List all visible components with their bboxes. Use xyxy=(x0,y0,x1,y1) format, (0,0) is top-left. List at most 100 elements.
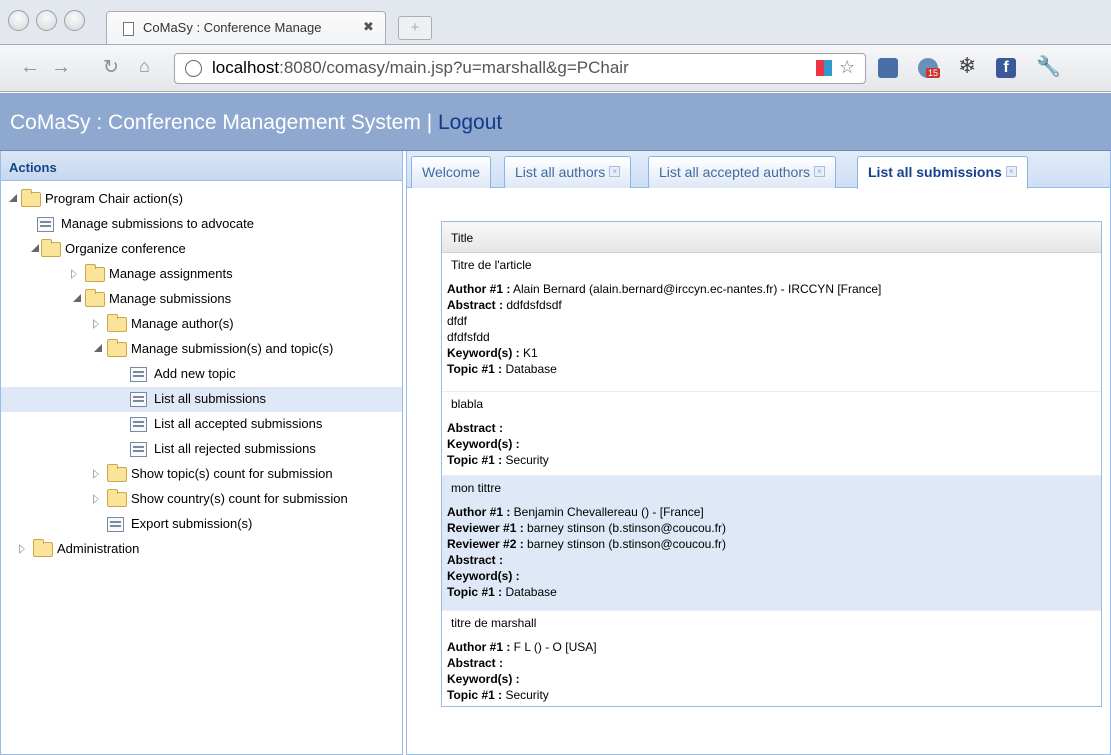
tree-node-label: List all accepted submissions xyxy=(154,416,323,431)
tree-node-list-all-submissions[interactable]: List all submissions xyxy=(1,387,402,412)
tree-node-export-submissions[interactable]: Export submission(s) xyxy=(1,512,402,537)
tree-node-label: Program Chair action(s) xyxy=(45,191,183,206)
tree-node-label: Manage assignments xyxy=(109,266,233,281)
tree-node-label: List all submissions xyxy=(154,391,266,406)
new-tab-button[interactable]: + xyxy=(398,16,432,40)
row-line: Keyword(s) : xyxy=(447,672,520,686)
tree-node-manage-authors[interactable]: Manage author(s) xyxy=(1,312,402,337)
tree-node-label: Manage submissions xyxy=(109,291,232,306)
row-line: Author #1 : Alain Bernard (alain.bernard… xyxy=(447,282,882,296)
collapsed-arrow-icon[interactable] xyxy=(93,469,99,479)
row-line: Abstract : ddfdsfdsdf xyxy=(447,298,562,312)
collapsed-arrow-icon[interactable] xyxy=(93,494,99,504)
expanded-arrow-icon[interactable] xyxy=(94,344,102,352)
close-window-button[interactable] xyxy=(8,10,29,31)
row-line: dfdfsfdd xyxy=(447,330,490,344)
row-line: Abstract : xyxy=(447,656,504,670)
zoom-window-button[interactable] xyxy=(64,10,85,31)
tab-label: Welcome xyxy=(422,164,481,180)
expanded-arrow-icon[interactable] xyxy=(31,244,39,252)
row-title: titre de marshall xyxy=(451,616,537,630)
wrench-icon[interactable]: 🔧 xyxy=(1036,54,1061,79)
actions-panel: Actions Program Chair action(s) Manage s… xyxy=(0,151,403,755)
tab-welcome[interactable]: Welcome xyxy=(411,156,492,188)
tree-node-manage-assignments[interactable]: Manage assignments xyxy=(1,262,402,287)
tab-label: List all submissions xyxy=(868,164,1002,180)
forward-arrow-icon[interactable]: → xyxy=(51,56,71,79)
row-line: Author #1 : Benjamin Chevallereau () - [… xyxy=(447,505,704,519)
table-row[interactable]: titre de marshall Author #1 : F L () - O… xyxy=(442,611,1101,706)
tree-node-label: Add new topic xyxy=(154,366,236,381)
browser-tab-title: CoMaSy : Conference Manage xyxy=(143,20,322,35)
table-row[interactable]: blabla Abstract : Keyword(s) : Topic #1 … xyxy=(442,392,1101,476)
tree-node-show-topic-count[interactable]: Show topic(s) count for submission xyxy=(1,462,402,487)
tree-node-label: Manage submission(s) and topic(s) xyxy=(131,341,334,356)
tree-node-label: Manage author(s) xyxy=(131,316,234,331)
star-icon[interactable]: ☆ xyxy=(839,57,855,78)
collapsed-arrow-icon[interactable] xyxy=(19,544,25,554)
minimize-window-button[interactable] xyxy=(36,10,57,31)
folder-icon xyxy=(107,464,127,482)
tab-close-icon[interactable]: × xyxy=(813,166,825,177)
tree-node-manage-submissions-advocate[interactable]: Manage submissions to advocate xyxy=(1,212,402,237)
folder-open-icon xyxy=(41,239,61,257)
reload-icon[interactable]: ↻ xyxy=(103,56,119,79)
folder-icon xyxy=(85,264,105,282)
download-icon[interactable] xyxy=(878,58,898,78)
url-text[interactable]: localhost:8080/comasy/main.jsp?u=marshal… xyxy=(212,58,629,78)
row-line: Topic #1 : Database xyxy=(447,585,557,599)
folder-open-icon xyxy=(107,339,127,357)
folder-open-icon xyxy=(85,289,105,307)
expanded-arrow-icon[interactable] xyxy=(73,294,81,302)
tab-close-icon[interactable]: × xyxy=(1005,166,1017,177)
windows-logo-icon[interactable] xyxy=(816,60,832,76)
table-row[interactable]: mon tittre Author #1 : Benjamin Chevalle… xyxy=(442,476,1101,611)
extension-icon[interactable]: 15 xyxy=(918,58,941,78)
grid-column-header-title[interactable]: Title xyxy=(442,222,1101,253)
row-line: Abstract : xyxy=(447,553,504,567)
tab-label: List all accepted authors xyxy=(659,164,810,180)
list-icon xyxy=(130,392,147,407)
collapsed-arrow-icon[interactable] xyxy=(71,269,77,279)
row-line: Keyword(s) : K1 xyxy=(447,346,538,360)
submissions-grid: Title Titre de l'article Author #1 : Ala… xyxy=(441,221,1102,707)
tab-list-all-authors[interactable]: List all authors × xyxy=(504,156,632,188)
table-row[interactable]: Titre de l'article Author #1 : Alain Ber… xyxy=(442,253,1101,392)
back-arrow-icon[interactable]: ← xyxy=(20,56,40,79)
tree-node-show-country-count[interactable]: Show country(s) count for submission xyxy=(1,487,402,512)
list-icon xyxy=(130,442,147,457)
address-bar[interactable]: localhost:8080/comasy/main.jsp?u=marshal… xyxy=(174,53,866,84)
browser-tab[interactable]: CoMaSy : Conference Manage ✖ xyxy=(106,11,386,44)
row-line: Topic #1 : Security xyxy=(447,688,549,702)
facebook-icon[interactable]: f xyxy=(996,58,1016,78)
folder-icon xyxy=(107,489,127,507)
row-title: Titre de l'article xyxy=(451,258,532,272)
tree-node-list-rejected-submissions[interactable]: List all rejected submissions xyxy=(1,437,402,462)
row-title: mon tittre xyxy=(451,481,502,495)
tree-node-manage-submissions[interactable]: Manage submissions xyxy=(1,287,402,312)
tab-label: List all authors xyxy=(515,164,606,180)
row-title: blabla xyxy=(451,397,484,411)
logout-link[interactable]: Logout xyxy=(438,111,502,134)
tab-list-all-accepted-authors[interactable]: List all accepted authors × xyxy=(648,156,836,188)
tree-node-add-new-topic[interactable]: Add new topic xyxy=(1,362,402,387)
tab-close-icon[interactable]: ✖ xyxy=(363,19,374,35)
home-icon[interactable]: ⌂ xyxy=(139,56,150,77)
expanded-arrow-icon[interactable] xyxy=(9,194,17,202)
tree-node-label: Organize conference xyxy=(65,241,186,256)
actions-header: Actions xyxy=(1,151,402,181)
tree-node-organize-conference[interactable]: Organize conference xyxy=(1,237,402,262)
tree-node-program-chair[interactable]: Program Chair action(s) xyxy=(1,187,402,212)
tree-node-list-accepted-submissions[interactable]: List all accepted submissions xyxy=(1,412,402,437)
row-line: Topic #1 : Security xyxy=(447,453,549,467)
list-icon xyxy=(107,517,124,532)
row-line: Keyword(s) : xyxy=(447,569,520,583)
tab-list-all-submissions[interactable]: List all submissions × xyxy=(857,156,1028,189)
tab-close-icon[interactable]: × xyxy=(609,166,621,177)
bug-icon[interactable]: ❄ xyxy=(958,53,976,79)
collapsed-arrow-icon[interactable] xyxy=(93,319,99,329)
tree-node-administration[interactable]: Administration xyxy=(1,537,402,562)
tree-node-manage-submission-topics[interactable]: Manage submission(s) and topic(s) xyxy=(1,337,402,362)
app-title: CoMaSy : Conference Management System | … xyxy=(10,111,503,134)
tree-node-label: Export submission(s) xyxy=(131,516,253,531)
